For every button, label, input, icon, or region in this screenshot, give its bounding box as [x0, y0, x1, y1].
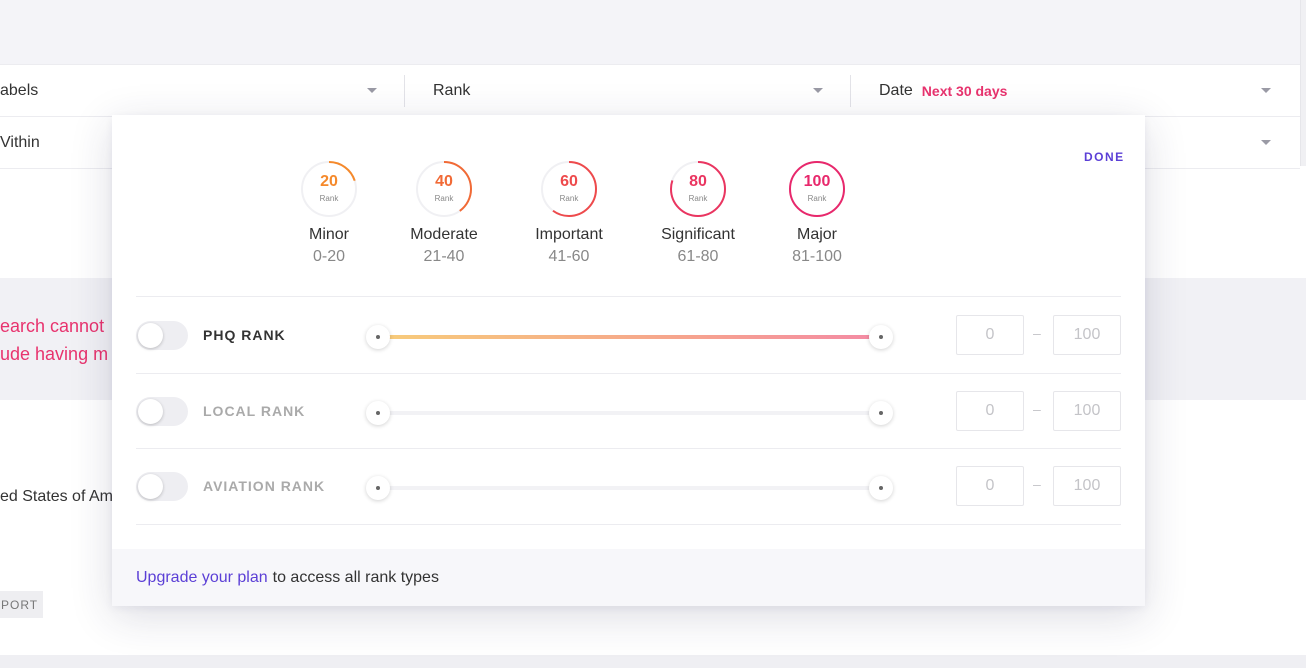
rank-ring: 40 Rank: [415, 160, 473, 218]
labels-chevron-down-icon[interactable]: [367, 88, 377, 93]
rank-level-range: 81-100: [792, 248, 842, 265]
done-button[interactable]: DONE: [1084, 150, 1125, 164]
aviation-rank-max-input[interactable]: [1053, 466, 1121, 506]
rank-level-important: 60 Rank Important 41-60: [514, 160, 624, 266]
warning-text-line-2: ude having m: [0, 344, 109, 364]
rank-ring: 60 Rank: [540, 160, 598, 218]
rank-row-phq: PHQ RANK –: [136, 297, 1121, 372]
rank-unit: Rank: [807, 194, 827, 203]
rank-ring: 100 Rank: [788, 160, 846, 218]
filter-row-1: abels Rank Date Next 30 days: [0, 65, 1300, 117]
rank-level-range: 41-60: [548, 248, 590, 265]
local-rank-label: LOCAL RANK: [203, 403, 306, 419]
phq-rank-toggle[interactable]: [136, 321, 188, 350]
rank-chevron-down-icon[interactable]: [813, 88, 823, 93]
toggle-knob: [138, 399, 163, 424]
rank-value: 100: [803, 173, 831, 190]
within-chevron-down-icon[interactable]: [1261, 140, 1271, 145]
toggle-knob: [138, 323, 163, 348]
warning-text-line-1: earch cannot: [0, 316, 105, 336]
rank-value: 40: [435, 173, 453, 190]
local-rank-min-handle[interactable]: [366, 401, 390, 425]
range-dash: –: [1033, 401, 1041, 417]
date-filter-label: Date: [879, 82, 913, 99]
export-button-label: PORT: [1, 597, 39, 612]
rank-level-major: 100 Rank Major 81-100: [762, 160, 872, 266]
toggle-knob: [138, 474, 163, 499]
phq-rank-min-handle[interactable]: [366, 325, 390, 349]
rank-level-range: 21-40: [423, 248, 465, 265]
rank-level-range: 0-20: [312, 248, 346, 265]
phq-rank-slider-fill: [378, 335, 883, 339]
modal-footer: Upgrade your plan to access all rank typ…: [112, 549, 1145, 606]
rank-level-moderate: 40 Rank Moderate 21-40: [389, 160, 499, 266]
rank-value: 80: [689, 173, 707, 190]
local-rank-slider-track[interactable]: [378, 411, 883, 415]
rank-filter-popover: DONE 20 Rank Minor 0-20 40 Rank Moderate 21-40 6…: [112, 115, 1145, 606]
rank-level-minor: 20 Rank Minor 0-20: [274, 160, 384, 266]
aviation-rank-min-input[interactable]: [956, 466, 1024, 506]
rank-unit: Rank: [559, 194, 579, 203]
rank-unit: Rank: [434, 194, 454, 203]
rank-level-name: Major: [796, 226, 837, 243]
aviation-rank-slider-track[interactable]: [378, 486, 883, 490]
rank-value: 20: [320, 173, 338, 190]
aviation-rank-min-handle[interactable]: [366, 476, 390, 500]
filter-separator: [850, 75, 851, 107]
top-bar: [0, 0, 1306, 65]
local-rank-max-handle[interactable]: [869, 401, 893, 425]
range-dash: –: [1033, 476, 1041, 492]
local-rank-max-input[interactable]: [1053, 391, 1121, 431]
within-filter-label: Vithin: [0, 134, 40, 151]
rank-unit: Rank: [319, 194, 339, 203]
aviation-rank-label: AVIATION RANK: [203, 478, 326, 494]
date-chevron-down-icon[interactable]: [1261, 88, 1271, 93]
rank-ring: 20 Rank: [300, 160, 358, 218]
filter-separator: [404, 75, 405, 107]
rank-filter[interactable]: Rank: [433, 65, 833, 117]
phq-rank-slider-track[interactable]: [378, 335, 883, 339]
labels-filter-label: abels: [0, 82, 39, 99]
date-filter[interactable]: Date Next 30 days: [879, 65, 1279, 117]
rank-level-name: Significant: [661, 226, 735, 243]
country-text: ed States of Am: [0, 488, 113, 505]
rank-row-local: LOCAL RANK –: [136, 373, 1121, 448]
rank-level-name: Minor: [308, 226, 349, 243]
rank-ring: 80 Rank: [669, 160, 727, 218]
labels-filter[interactable]: abels: [0, 65, 395, 117]
rank-level-significant: 80 Rank Significant 61-80: [643, 160, 753, 266]
rank-filter-label: Rank: [433, 82, 471, 99]
rank-value: 60: [560, 173, 578, 190]
aviation-rank-max-handle[interactable]: [869, 476, 893, 500]
scrollbar-edge[interactable]: [1300, 0, 1306, 166]
phq-rank-label: PHQ RANK: [203, 327, 286, 343]
aviation-rank-toggle[interactable]: [136, 472, 188, 501]
rank-unit: Rank: [688, 194, 708, 203]
rank-row-aviation: AVIATION RANK –: [136, 448, 1121, 523]
upgrade-plan-link[interactable]: Upgrade your plan: [136, 569, 268, 587]
date-range-value: Next 30 days: [921, 83, 1008, 99]
bottom-strip: [0, 655, 1306, 668]
export-button[interactable]: PORT: [0, 591, 43, 618]
phq-rank-min-input[interactable]: [956, 315, 1024, 355]
rank-level-name: Moderate: [410, 226, 478, 243]
rank-level-name: Important: [535, 226, 603, 243]
local-rank-toggle[interactable]: [136, 397, 188, 426]
rank-level-range: 61-80: [677, 248, 719, 265]
local-rank-min-input[interactable]: [956, 391, 1024, 431]
phq-rank-max-input[interactable]: [1053, 315, 1121, 355]
upgrade-footer-text: to access all rank types: [272, 568, 439, 586]
phq-rank-max-handle[interactable]: [869, 325, 893, 349]
range-dash: –: [1033, 325, 1041, 341]
divider: [136, 524, 1121, 525]
